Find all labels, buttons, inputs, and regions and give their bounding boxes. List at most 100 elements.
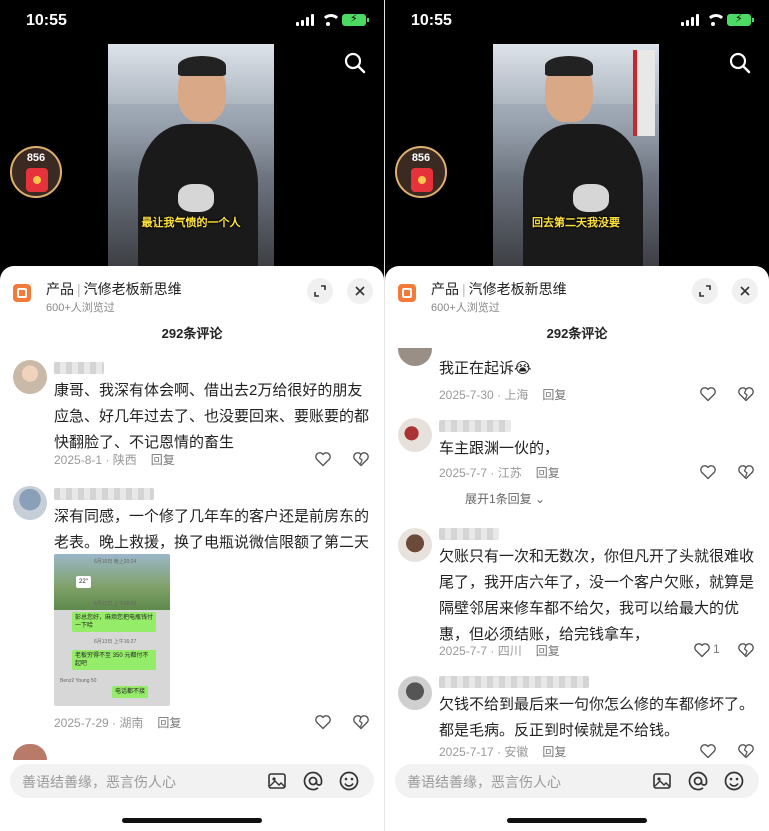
avatar[interactable]	[398, 676, 432, 710]
heart-icon[interactable]	[314, 450, 332, 468]
expand-button[interactable]	[307, 278, 333, 304]
reply-button[interactable]: 回复	[536, 644, 560, 658]
heart-icon[interactable]	[314, 713, 332, 731]
search-icon[interactable]	[344, 52, 366, 74]
close-icon	[355, 286, 365, 296]
chat-bubble: 老板穷得不至 350 元都付不起吧	[72, 650, 156, 670]
right-screen: 10:55 ⚡ 回去第二天我没要 856 产品 | 汽修老板新思维 600+人浏览过	[385, 0, 769, 831]
heart-icon[interactable]	[699, 385, 717, 403]
expand-icon	[314, 285, 326, 297]
emoji-icon[interactable]	[338, 770, 360, 792]
expand-replies-label: 展开1条回复	[465, 492, 532, 506]
reply-button[interactable]: 回复	[542, 388, 566, 402]
avatar[interactable]	[13, 360, 47, 394]
search-icon[interactable]	[729, 52, 751, 74]
image-icon[interactable]	[651, 770, 673, 792]
battery-icon: ⚡	[342, 13, 369, 26]
avatar[interactable]	[398, 528, 432, 562]
video-subtitle: 回去第二天我没要	[532, 217, 620, 229]
red-envelope-widget[interactable]: 856	[10, 146, 62, 198]
video-area[interactable]: 10:55 ⚡ 最让我气愤的一个人 856	[0, 0, 384, 280]
heart-icon[interactable]	[699, 742, 717, 760]
broken-heart-icon[interactable]	[737, 385, 755, 403]
product-title[interactable]: 产品 | 汽修老板新思维	[431, 279, 567, 299]
comment-date: 2025-7-30 · 上海	[439, 388, 529, 402]
at-icon[interactable]	[687, 770, 709, 792]
status-time: 10:55	[26, 12, 67, 29]
broken-heart-icon[interactable]	[352, 450, 370, 468]
expand-replies-button[interactable]: 展开1条回复 ⌄	[465, 490, 545, 507]
comment-text: 我正在起诉😭	[439, 360, 532, 377]
left-screen: 10:55 ⚡ 最让我气愤的一个人 856 产品 | 汽修老板新思维 600+人浏览…	[0, 0, 384, 831]
home-indicator[interactable]	[122, 818, 262, 823]
avatar[interactable]	[13, 486, 47, 520]
comment-input-placeholder: 善语结善缘，恶言伤人心	[407, 774, 561, 790]
product-name: 汽修老板新思维	[468, 281, 567, 297]
comment-input-placeholder: 善语结善缘，恶言伤人心	[22, 774, 176, 790]
username-blurred[interactable]	[439, 420, 511, 432]
comment-meta: 2025-7-30 · 上海 回复	[439, 386, 566, 403]
comment-image[interactable]: 6月10日 晚上20:24 22" 6月12日 上午08:33 彭总您好，麻烦您…	[54, 554, 170, 706]
expand-icon	[699, 285, 711, 297]
signal-icon	[681, 14, 699, 26]
close-button[interactable]	[732, 278, 758, 304]
username-blurred[interactable]	[54, 362, 104, 374]
status-icons: ⚡	[296, 13, 369, 26]
avatar[interactable]	[398, 348, 432, 366]
username-blurred[interactable]	[439, 676, 589, 688]
product-icon	[13, 284, 31, 302]
broken-heart-icon[interactable]	[737, 742, 755, 760]
red-envelope-count: 856	[411, 152, 431, 164]
like-count: 1	[713, 642, 720, 656]
product-name: 汽修老板新思维	[83, 281, 182, 297]
emoji-icon[interactable]	[723, 770, 745, 792]
comment-sheet: 产品 | 汽修老板新思维 600+人浏览过 292条评论 我正在起诉😭 2025-7…	[385, 266, 769, 831]
comment-input[interactable]: 善语结善缘，恶言伤人心	[395, 764, 759, 798]
comment-date: 2025-8-1 · 陕西	[54, 453, 137, 467]
video-area[interactable]: 10:55 ⚡ 回去第二天我没要 856	[385, 0, 769, 280]
username-blurred[interactable]	[54, 488, 154, 500]
heart-icon[interactable]	[693, 641, 711, 659]
chat-bubble: 电话都不接	[112, 686, 149, 698]
wifi-icon	[320, 14, 341, 26]
chat-bubble: 22"	[76, 576, 91, 588]
username-blurred[interactable]	[439, 528, 499, 540]
home-indicator[interactable]	[507, 818, 647, 823]
chat-caption: Benz2 Young 50	[60, 678, 97, 684]
reply-button[interactable]: 回复	[157, 716, 181, 730]
comment-date: 2025-7-29 · 湖南	[54, 716, 144, 730]
status-time: 10:55	[411, 12, 452, 29]
comment-meta: 2025-7-17 · 安徽 回复	[439, 743, 566, 760]
status-icons: ⚡	[681, 13, 754, 26]
expand-button[interactable]	[692, 278, 718, 304]
at-icon[interactable]	[302, 770, 324, 792]
broken-heart-icon[interactable]	[737, 463, 755, 481]
video-frame[interactable]: 回去第二天我没要	[493, 44, 659, 266]
comment-input[interactable]: 善语结善缘，恶言伤人心	[10, 764, 374, 798]
battery-icon: ⚡	[727, 13, 754, 26]
chat-bubble: 彭总您好，麻烦您把电瓶钱付一下哈	[72, 612, 156, 632]
image-icon[interactable]	[266, 770, 288, 792]
broken-heart-icon[interactable]	[352, 713, 370, 731]
chevron-down-icon: ⌄	[535, 492, 546, 506]
red-envelope-icon	[26, 168, 48, 192]
heart-icon[interactable]	[699, 463, 717, 481]
avatar[interactable]	[13, 744, 47, 760]
reply-button[interactable]: 回复	[151, 453, 175, 467]
view-count: 600+人浏览过	[431, 302, 500, 314]
product-title[interactable]: 产品 | 汽修老板新思维	[46, 279, 182, 299]
comment-meta: 2025-8-1 · 陕西 回复	[54, 451, 175, 468]
chat-timestamp: 6月13日 上午16:27	[94, 639, 137, 645]
comment-count: 292条评论	[161, 326, 223, 341]
broken-heart-icon[interactable]	[737, 641, 755, 659]
red-envelope-widget[interactable]: 856	[395, 146, 447, 198]
comment-date: 2025-7-7 · 四川	[439, 644, 522, 658]
comment-meta: 2025-7-29 · 湖南 回复	[54, 714, 181, 731]
close-button[interactable]	[347, 278, 373, 304]
reply-button[interactable]: 回复	[542, 745, 566, 759]
video-frame[interactable]: 最让我气愤的一个人	[108, 44, 274, 266]
avatar[interactable]	[398, 418, 432, 452]
comment-sheet: 产品 | 汽修老板新思维 600+人浏览过 292条评论 康哥、我深有体会啊、借出去…	[0, 266, 384, 831]
reply-button[interactable]: 回复	[536, 466, 560, 480]
comment-text: 康哥、我深有体会啊、借出去2万给很好的朋友应急、好几年过去了、也没要回来、要账要…	[54, 382, 370, 451]
